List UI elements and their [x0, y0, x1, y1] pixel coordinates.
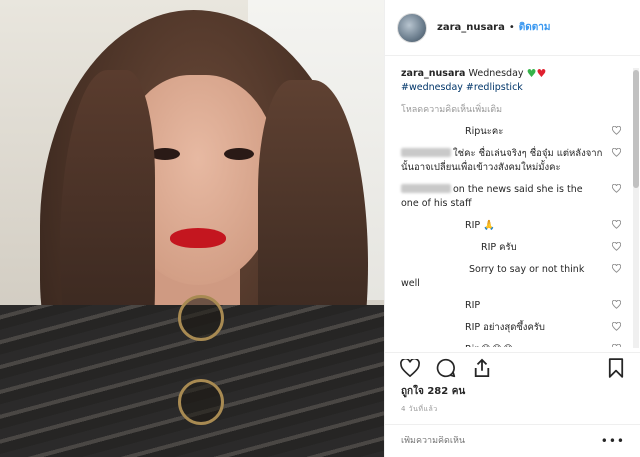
post-timestamp[interactable]: 4 วันที่แล้ว	[401, 404, 438, 415]
small-heart-icon[interactable]	[611, 299, 622, 309]
small-heart-icon[interactable]	[611, 321, 622, 331]
comment-text: RIP อย่างสุดซึ้งครับ	[465, 322, 545, 333]
separator-dot: •	[508, 22, 515, 33]
comment-row: on the news said she is the one of his s…	[401, 183, 622, 211]
comment-text: RIP ครับ	[481, 242, 517, 253]
likes-count[interactable]: ถูกใจ 282 คน	[401, 384, 465, 399]
comment-row: Sorry to say or not think well	[401, 263, 622, 291]
caption-text: Wednesday	[468, 68, 524, 79]
comment-text: RIP	[465, 300, 481, 311]
comment-text: RIP 🙏	[465, 220, 495, 231]
post-header: zara_nusara • ติดตาม	[385, 0, 640, 56]
blurred-username	[401, 184, 451, 193]
comment-bubble-icon[interactable]	[435, 357, 457, 379]
small-heart-icon[interactable]	[611, 241, 622, 251]
comment-input[interactable]	[401, 436, 601, 446]
small-heart-icon[interactable]	[611, 183, 622, 193]
scrollbar-thumb[interactable]	[633, 70, 639, 188]
comment-row: ใช่คะ ชื่อเล่นจริงๆ ชื่อจุ๋ม แต่หลังจากน…	[401, 147, 622, 175]
header-username[interactable]: zara_nusara	[437, 22, 505, 33]
comment-text: Ripนะคะ	[465, 126, 504, 137]
comment-row: RIP อย่างสุดซึ้งครับ	[401, 321, 622, 335]
post-photo[interactable]	[0, 0, 384, 457]
right-eye	[224, 148, 254, 160]
sunglasses	[178, 295, 224, 445]
heart-outline-icon[interactable]	[399, 357, 421, 379]
green-heart-icon: ♥	[526, 67, 537, 80]
small-heart-icon[interactable]	[611, 219, 622, 229]
comment-row: Ripนะคะ	[401, 125, 622, 139]
share-icon[interactable]	[471, 357, 493, 379]
small-heart-icon[interactable]	[611, 147, 622, 157]
comment-row: RIP	[401, 299, 622, 313]
comment-indent	[401, 264, 469, 275]
red-lips	[170, 228, 226, 248]
caption-hashtags[interactable]: #wednesday #redlipstick	[401, 81, 621, 95]
comment-row: RIP 🙏	[401, 219, 622, 233]
sunglasses-lens	[178, 379, 224, 425]
comments-area: zara_nusara Wednesday ♥♥ #wednesday #red…	[385, 57, 640, 347]
sunglasses-lens	[178, 295, 224, 341]
follow-button[interactable]: ติดตาม	[519, 20, 551, 35]
caption: zara_nusara Wednesday ♥♥ #wednesday #red…	[401, 67, 621, 95]
instagram-post: zara_nusara • ติดตาม zara_nusara Wednesd…	[0, 0, 640, 457]
more-options-icon[interactable]: •••	[601, 434, 625, 448]
small-heart-icon[interactable]	[611, 263, 622, 273]
post-side-panel: zara_nusara • ติดตาม zara_nusara Wednesd…	[384, 0, 640, 457]
small-heart-icon[interactable]	[611, 125, 622, 135]
load-more-comments[interactable]: โหลดความคิดเห็นเพิ่มเติม	[401, 103, 621, 117]
blurred-username	[401, 148, 451, 157]
comment-text: Rip😭😭😭	[465, 344, 514, 347]
comment-row: Rip😭😭😭	[401, 343, 622, 347]
red-heart-icon: ♥	[536, 67, 547, 80]
action-bar	[385, 352, 640, 382]
caption-username[interactable]: zara_nusara	[401, 68, 465, 79]
avatar[interactable]	[397, 12, 427, 43]
comment-list: Ripนะคะใช่คะ ชื่อเล่นจริงๆ ชื่อจุ๋ม แต่ห…	[401, 125, 622, 347]
bookmark-icon[interactable]	[605, 357, 627, 379]
small-heart-icon[interactable]	[611, 343, 622, 347]
comment-row: RIP ครับ	[401, 241, 622, 255]
add-comment-bar: •••	[385, 424, 640, 457]
